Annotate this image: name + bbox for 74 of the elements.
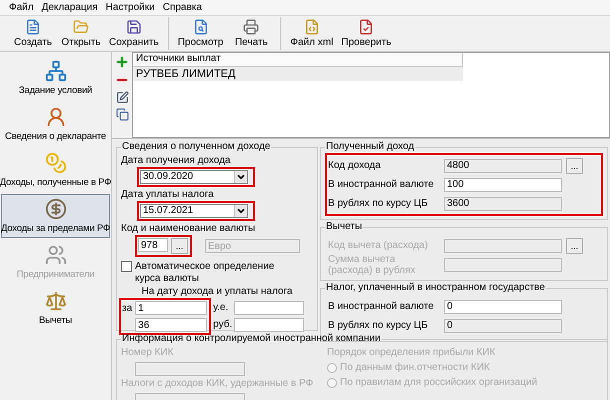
radio-label: По данным фин.отчетности КИК [340,362,490,374]
input-field[interactable]: 4800 [444,158,562,172]
menu-item[interactable]: Настройки [102,2,158,14]
browse-button[interactable]: ... [566,158,583,174]
people-icon [44,244,66,266]
sidebar-item[interactable]: Вычеты [1,286,110,330]
field-label: за [122,302,132,316]
coins-icon [44,152,66,174]
input-field[interactable]: 36 [135,318,208,332]
input-field[interactable] [234,301,304,315]
field-label: В иностранной валюте [328,179,435,190]
group-title: Сведения о полученном доходе [121,141,272,153]
browse-button[interactable]: ... [566,238,583,254]
currency-code-field[interactable]: 978 [138,238,168,252]
field-label: Код и наименование валюты [121,223,256,235]
field-label: Дата уплаты налога [121,189,215,201]
input-field[interactable]: 3600 [444,196,562,210]
field-label: В иностранной валюте [328,301,435,312]
input-field[interactable]: 0 [444,318,562,332]
group-title: Вычеты [325,221,364,233]
menu-item[interactable]: Справка [160,2,205,14]
input-field[interactable] [234,318,304,332]
sidebar-item[interactable]: Задание условий [1,56,110,100]
document-icon [25,18,41,34]
folder-icon [73,18,89,34]
menu-item[interactable]: Файл [6,2,37,14]
toolbar-button[interactable]: Сохранить [106,17,162,50]
field-label: Код дохода [328,160,382,171]
sidebar-item[interactable]: Доходы, полученные в РФ [1,148,110,192]
input-field[interactable]: 1 [135,301,208,315]
person-icon [44,106,66,128]
checked-document-icon [358,18,374,34]
field-label: Налоги с доходов КИК, удержанные в РФ [121,378,314,390]
group-title: Информация о контролируемой иностранной компании [121,333,382,345]
field-label: Сумма вычета (расхода) в рублях [328,254,416,276]
input-field[interactable]: 0 [444,300,562,314]
hierarchy-icon [44,60,66,82]
field-label: Дата получения дохода [121,155,232,167]
browse-button[interactable]: ... [171,238,188,254]
field-label: В рублях по курсу ЦБ [328,320,429,331]
list-row[interactable]: РУТВЕБ ЛИМИТЕД [133,67,463,81]
group-title: Полученный доход [325,141,416,153]
toolbar-button[interactable]: Файл xml [287,17,336,50]
field-label: Код вычета (расхода) [328,240,429,251]
toolbar-button[interactable]: Печать [228,17,274,50]
toolbar-button[interactable]: Просмотр [174,17,226,50]
copy-icon[interactable] [116,108,128,121]
date-dropdown[interactable]: 30.09.2020 [140,170,248,184]
checkbox[interactable] [121,261,132,272]
dollar-coin-icon [44,198,66,220]
field-label: у.е. [213,302,230,314]
toolbar-button[interactable]: Создать [10,17,56,50]
input-field[interactable]: 100 [444,178,562,192]
sidebar-item[interactable]: Сведения о декларанте [1,102,110,146]
toolbar-button[interactable]: Проверить [338,17,394,50]
toolbar-button[interactable]: Открыть [58,17,104,50]
radio-label: По правилам для российских организаций [340,377,538,389]
date-dropdown[interactable]: 15.07.2021 [140,204,248,218]
field-label: Номер КИК [121,347,174,359]
printer-icon [243,18,260,34]
add-icon[interactable] [115,55,129,69]
field-label: руб. [213,319,232,331]
column-header: Источники выплат [133,53,463,67]
magnifier-document-icon [192,18,209,34]
field-label: Порядок определения прибыли КИК [327,347,496,359]
section-caption: На дату дохода и уплаты налога [140,286,294,298]
sidebar-item[interactable]: Доходы за пределами РФ [1,194,110,238]
menu-item[interactable]: Декларация [38,2,101,14]
scales-icon [44,290,66,312]
group-title: Налог, уплаченный в иностранном государстве [325,282,546,294]
field-label: В рублях по курсу ЦБ [328,198,429,209]
checkbox-label: Автоматическое определение курса валюты [135,261,275,285]
edit-icon[interactable] [116,91,128,104]
code-document-icon [304,18,320,34]
